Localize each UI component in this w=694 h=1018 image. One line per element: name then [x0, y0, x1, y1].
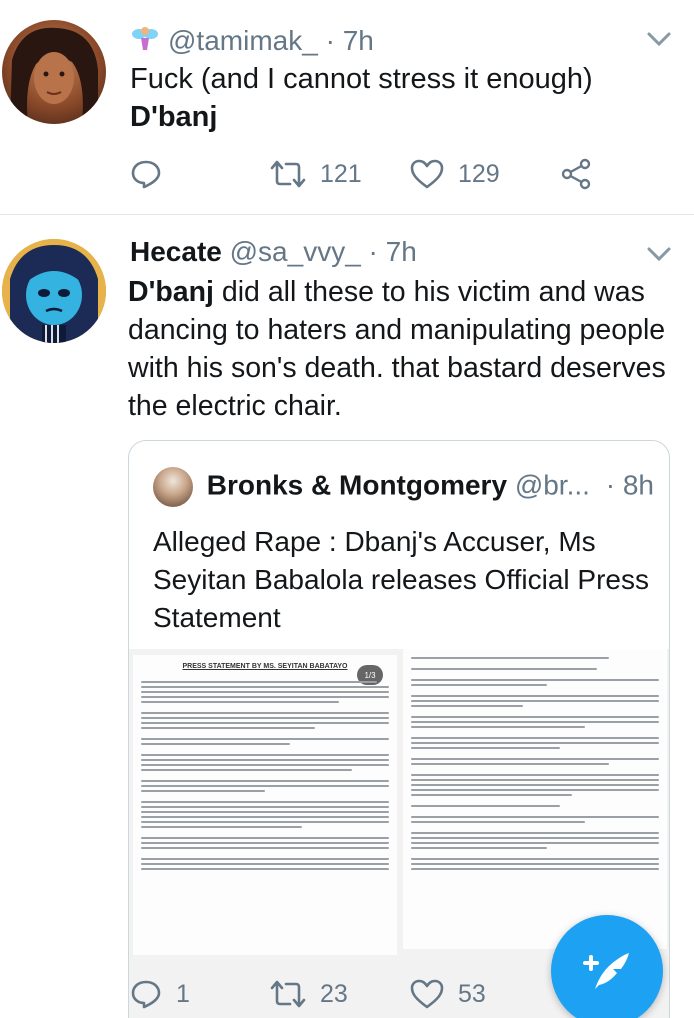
tweet-header: Hecate @sa_vvy_ · 7h	[130, 236, 417, 268]
reply-count: 1	[176, 979, 190, 1008]
retweet-count: 23	[320, 979, 348, 1008]
share-icon	[561, 158, 591, 190]
fairy-icon	[130, 24, 160, 61]
document-page-1: PRESS STATEMENT BY MS. SEYITAN BABATAYO …	[133, 655, 397, 955]
tweet-text: Fuck (and I cannot stress it enough) D'b…	[130, 60, 670, 136]
avatar[interactable]	[2, 20, 106, 124]
reply-button[interactable]	[130, 158, 270, 190]
tweet-text-line: Fuck (and I cannot stress it enough)	[130, 63, 593, 95]
tweet-1[interactable]: @tamimak_ · 7h Fuck (and I cannot stress…	[0, 0, 694, 214]
retweet-button[interactable]: 23	[270, 979, 410, 1009]
quoted-timestamp: 8h	[622, 469, 654, 501]
compose-tweet-icon	[583, 953, 629, 989]
avatar-image	[2, 239, 106, 343]
chevron-down-icon[interactable]	[646, 30, 672, 53]
retweet-count: 121	[320, 159, 362, 188]
like-button[interactable]: 129	[410, 159, 560, 189]
tweet-actions: 121 129	[130, 158, 654, 190]
retweet-icon	[270, 160, 306, 188]
compose-tweet-button[interactable]	[551, 915, 663, 1018]
like-count: 53	[458, 979, 486, 1008]
reply-button[interactable]: 1	[130, 978, 270, 1010]
handle[interactable]: @sa_vvy_	[230, 236, 361, 267]
separator: ·	[325, 24, 335, 56]
handle[interactable]: @tamimak_	[168, 25, 318, 56]
timestamp[interactable]: 7h	[343, 25, 374, 56]
retweet-icon	[270, 980, 306, 1008]
document-text-lines	[411, 657, 659, 873]
quoted-tweet-text: Alleged Rape : Dbanj's Accuser, Ms Seyit…	[153, 526, 649, 633]
tweet-text: D'banj did all these to his victim and w…	[128, 273, 676, 425]
tweet-text-bold: D'banj	[128, 276, 214, 308]
separator: ·	[605, 469, 616, 501]
separator: ·	[368, 236, 378, 267]
quoted-tweet-header: Bronks & Montgomery @br... · 8h	[153, 467, 654, 507]
tweet-header: @tamimak_ · 7h	[130, 24, 374, 61]
reply-icon	[131, 160, 161, 189]
document-page-2	[403, 649, 667, 949]
chevron-down-icon[interactable]	[646, 245, 672, 268]
quoted-handle: @br...	[514, 469, 590, 501]
avatar[interactable]	[2, 239, 106, 343]
heart-icon	[410, 159, 444, 189]
quoted-avatar[interactable]	[153, 467, 193, 507]
quoted-display-name: Bronks & Montgomery	[206, 469, 508, 501]
heart-icon	[410, 979, 444, 1009]
timestamp[interactable]: 7h	[386, 236, 417, 267]
share-button[interactable]	[560, 158, 592, 190]
like-count: 129	[458, 159, 500, 188]
like-button[interactable]: 53	[410, 979, 560, 1009]
document-text-lines	[141, 681, 389, 873]
display-name[interactable]: Hecate	[130, 236, 222, 267]
tweet-text-bold: D'banj	[130, 101, 218, 133]
reply-icon	[131, 980, 161, 1009]
avatar-image	[10, 27, 98, 124]
retweet-button[interactable]: 121	[270, 159, 410, 189]
